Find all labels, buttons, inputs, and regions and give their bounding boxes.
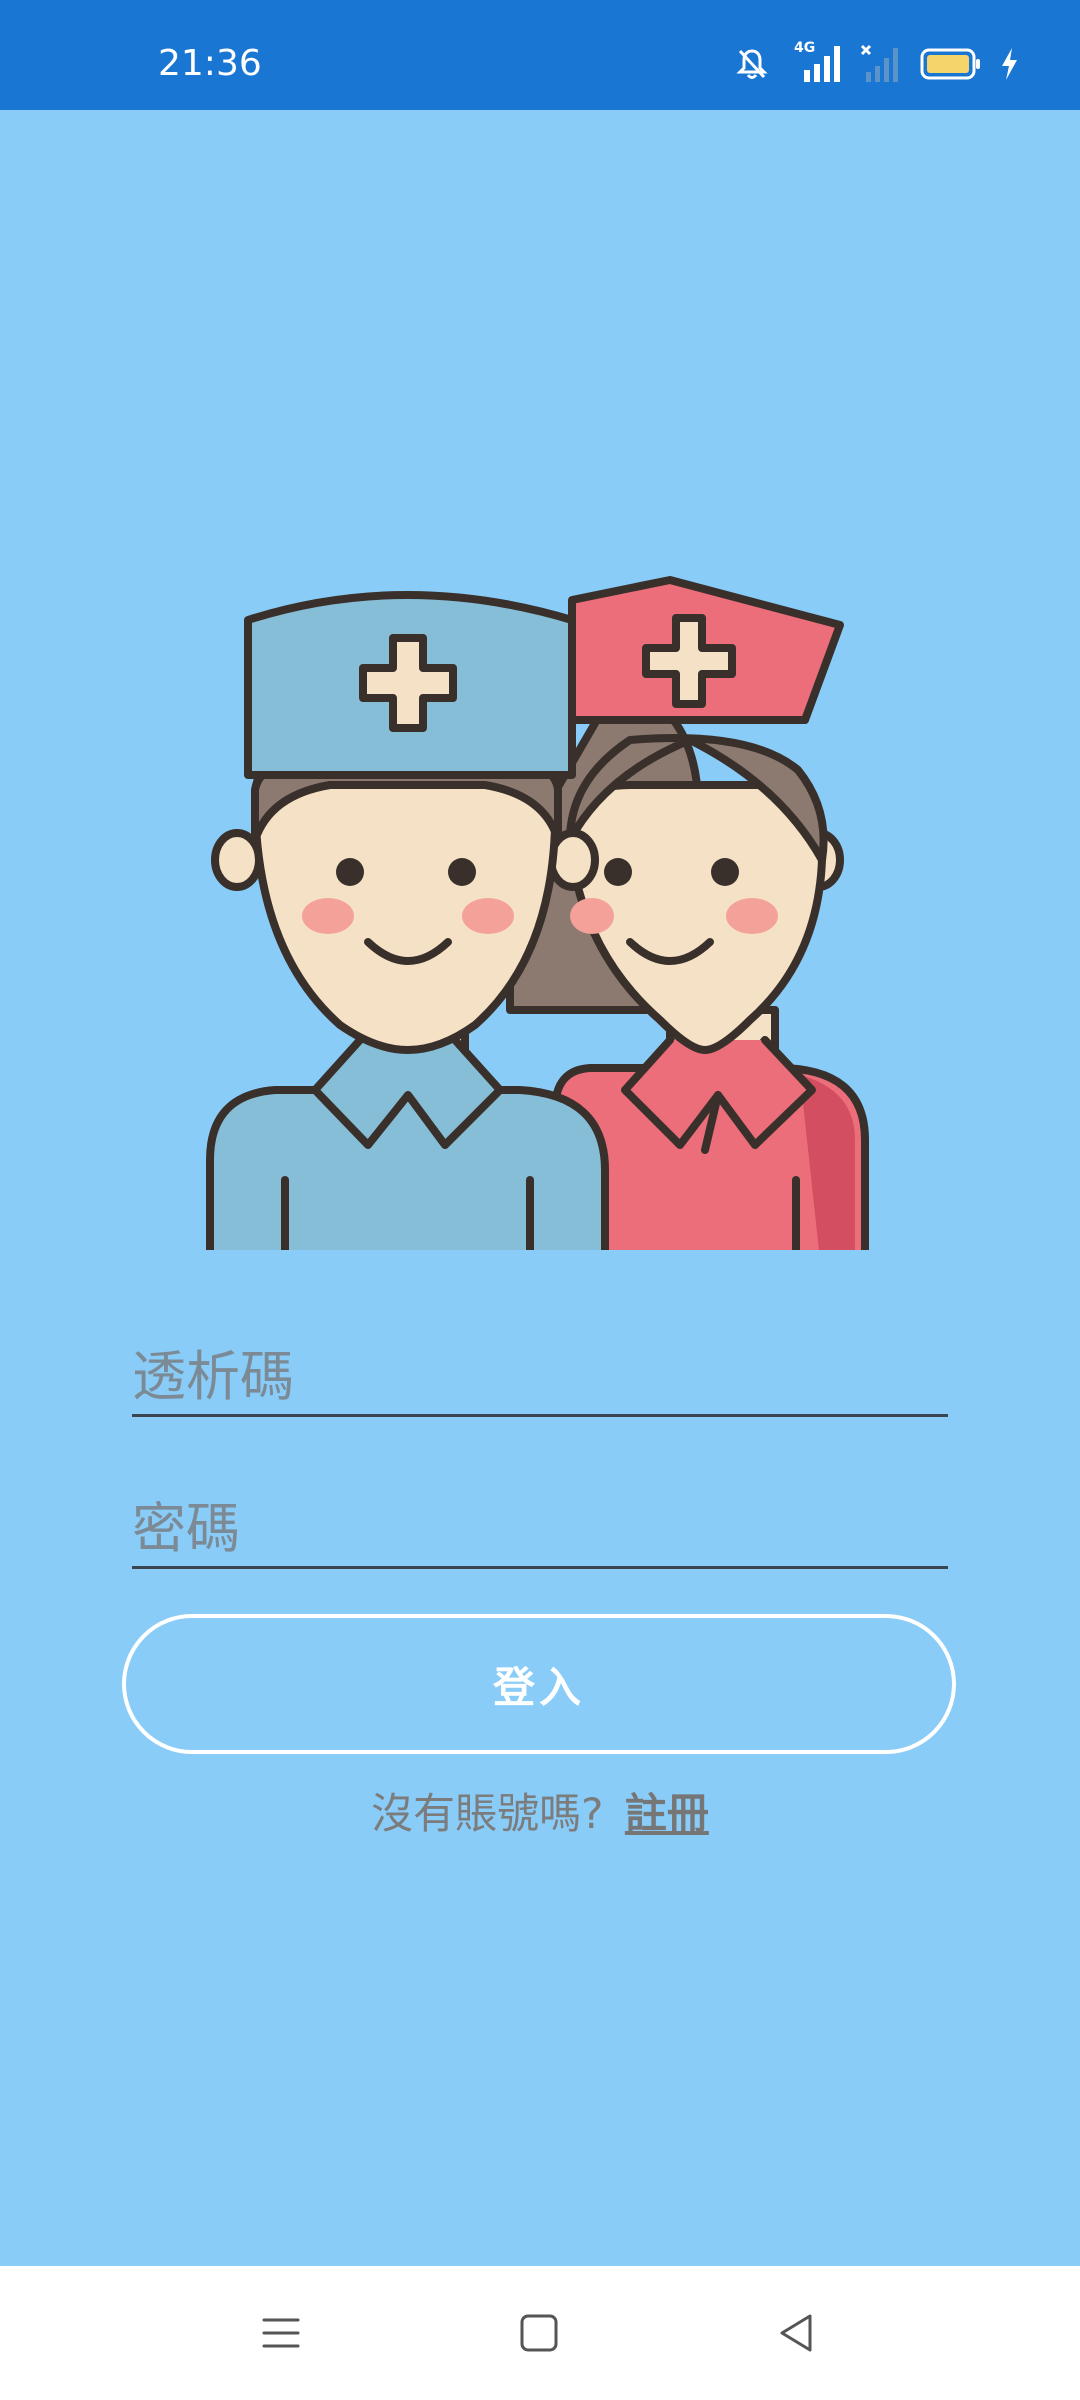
doctor-nurse-illustration: [200, 570, 880, 1264]
status-bar: 21:36 4G: [0, 0, 1080, 110]
menu-icon[interactable]: [256, 2308, 306, 2358]
login-button[interactable]: 登入: [122, 1614, 956, 1754]
home-icon[interactable]: [514, 2308, 564, 2358]
password-field[interactable]: [132, 1490, 948, 1569]
bell-off-icon: [736, 49, 768, 79]
status-icons: 4G: [736, 40, 1020, 84]
navigation-bar: [0, 2266, 1080, 2400]
password-input[interactable]: [132, 1490, 948, 1566]
dialysis-code-field[interactable]: [132, 1338, 948, 1417]
register-link[interactable]: 註冊: [625, 1789, 709, 1838]
charging-icon: [1002, 48, 1017, 80]
dialysis-code-input[interactable]: [132, 1338, 948, 1414]
signal-4g-icon: 4G: [784, 40, 844, 84]
battery-icon: [920, 48, 980, 80]
signal-empty-icon: [860, 44, 898, 82]
register-prompt: 沒有賬號嗎? 註冊: [0, 1780, 1080, 1841]
back-icon[interactable]: [772, 2308, 822, 2358]
register-prompt-text: 沒有賬號嗎?: [371, 1789, 604, 1838]
status-time: 21:36: [158, 43, 262, 84]
